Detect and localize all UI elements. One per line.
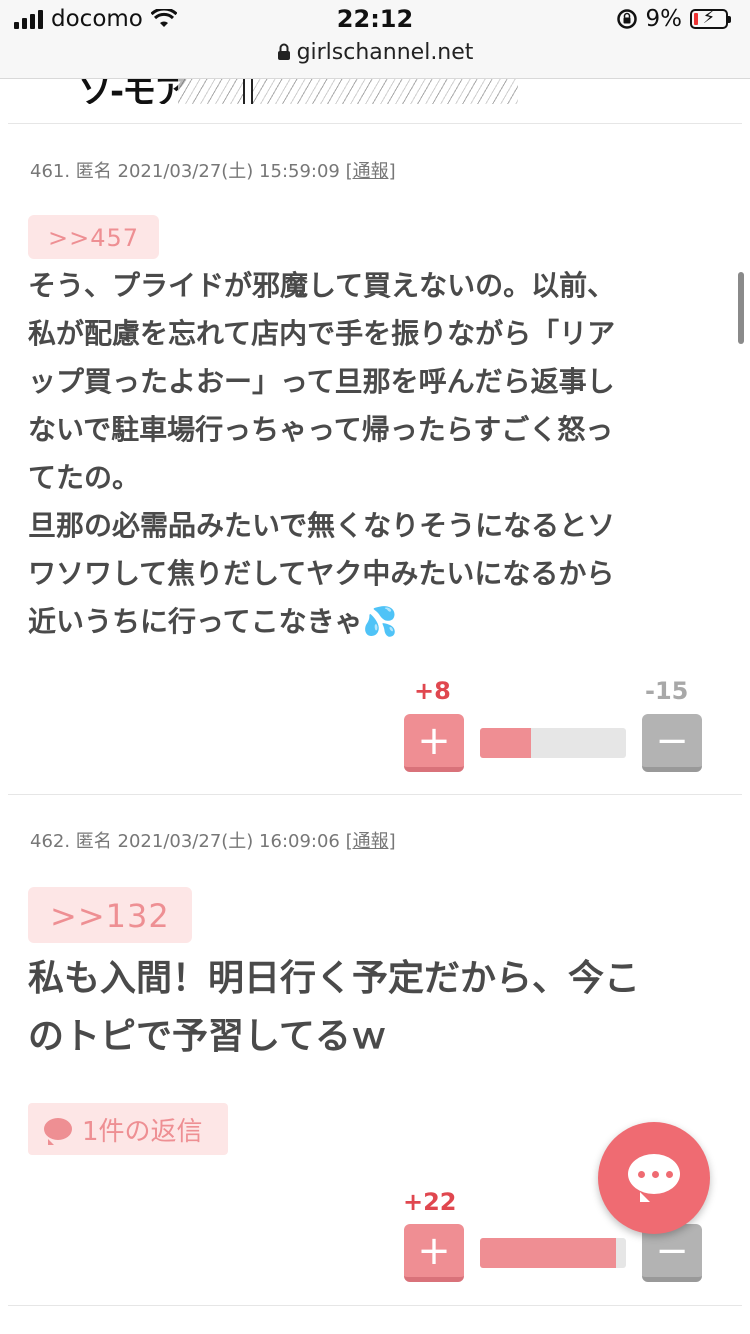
vote-ratio-bar	[480, 728, 626, 758]
divider	[8, 794, 742, 795]
anchor-link[interactable]: >>132	[28, 887, 192, 943]
comment-line: 私が配慮を忘れて店内で手を振りながら「リア	[28, 317, 616, 350]
report-link[interactable]: [通報]	[346, 161, 396, 182]
divider	[8, 123, 742, 124]
minus-button[interactable]: −	[642, 714, 702, 772]
battery-icon: ⚡	[690, 7, 731, 29]
scrollbar[interactable]	[738, 272, 744, 344]
comment-body: 私も入間！明日行く予定だから、今こ のトピで予習してるｗ	[28, 950, 718, 1066]
comment-body: そう、プライドが邪魔して買えないの。以前、 私が配慮を忘れて店内で手を振りながら…	[28, 262, 718, 646]
vote-ratio-fill	[480, 728, 532, 758]
manga-caption: ソ-モア	[78, 78, 188, 104]
plus-button[interactable]: +	[404, 1224, 464, 1282]
plus-count: +22	[403, 1188, 457, 1216]
comment-icon	[44, 1118, 72, 1145]
comment-meta: 461. 匿名 2021/03/27(土) 15:59:09 [通報]	[30, 157, 396, 183]
comment-line: 私も入間！明日行く予定だから、今こ	[28, 958, 641, 999]
comment-line: のトピで予習してるｗ	[28, 1016, 387, 1057]
reply-count-button[interactable]: 1件の返信	[28, 1103, 228, 1155]
rotation-lock-icon	[616, 9, 637, 29]
plus-count: +8	[414, 677, 451, 705]
battery-percent: 9%	[645, 6, 683, 32]
vote-ratio-bar	[480, 1238, 626, 1268]
address-bar[interactable]: girlschannel.net	[0, 40, 750, 65]
comment-meta-text: 461. 匿名 2021/03/27(土) 15:59:09	[30, 161, 346, 182]
reply-count-label: 1件の返信	[82, 1116, 203, 1147]
anchor-link[interactable]: >>457	[28, 215, 160, 259]
comment-line: ップ買ったよおー」って旦那を呼んだら返事し	[28, 365, 615, 398]
status-right: 9% ⚡	[616, 6, 731, 32]
plus-button[interactable]: +	[404, 714, 464, 772]
vote-ratio-fill	[480, 1238, 616, 1268]
comment-line: 近いうちに行ってこなきゃ💦	[28, 605, 398, 638]
comment-meta: 462. 匿名 2021/03/27(土) 16:09:06 [通報]	[30, 827, 396, 853]
chat-fab-button[interactable]	[598, 1122, 710, 1234]
comment-line: ワソワして焦りだしてヤク中みたいになるから	[28, 557, 615, 590]
minus-count: -15	[645, 677, 689, 705]
comment-line: てたの。	[28, 461, 141, 494]
comment-line: ないで駐車場行っちゃって帰ったらすごく怒っ	[28, 413, 614, 446]
url-text: girlschannel.net	[296, 40, 474, 65]
comment-line: 旦那の必需品みたいで無くなりそうになるとソ	[28, 509, 616, 542]
report-link[interactable]: [通報]	[346, 831, 396, 852]
comment-line: そう、プライドが邪魔して買えないの。以前、	[28, 269, 616, 302]
comment-meta-text: 462. 匿名 2021/03/27(土) 16:09:06	[30, 831, 346, 852]
divider	[8, 1305, 742, 1306]
lock-icon	[277, 43, 290, 60]
manga-image: ソ-モア	[48, 78, 518, 104]
status-bar: docomo 22:12 girlschannel.net 9% ⚡	[0, 0, 750, 79]
